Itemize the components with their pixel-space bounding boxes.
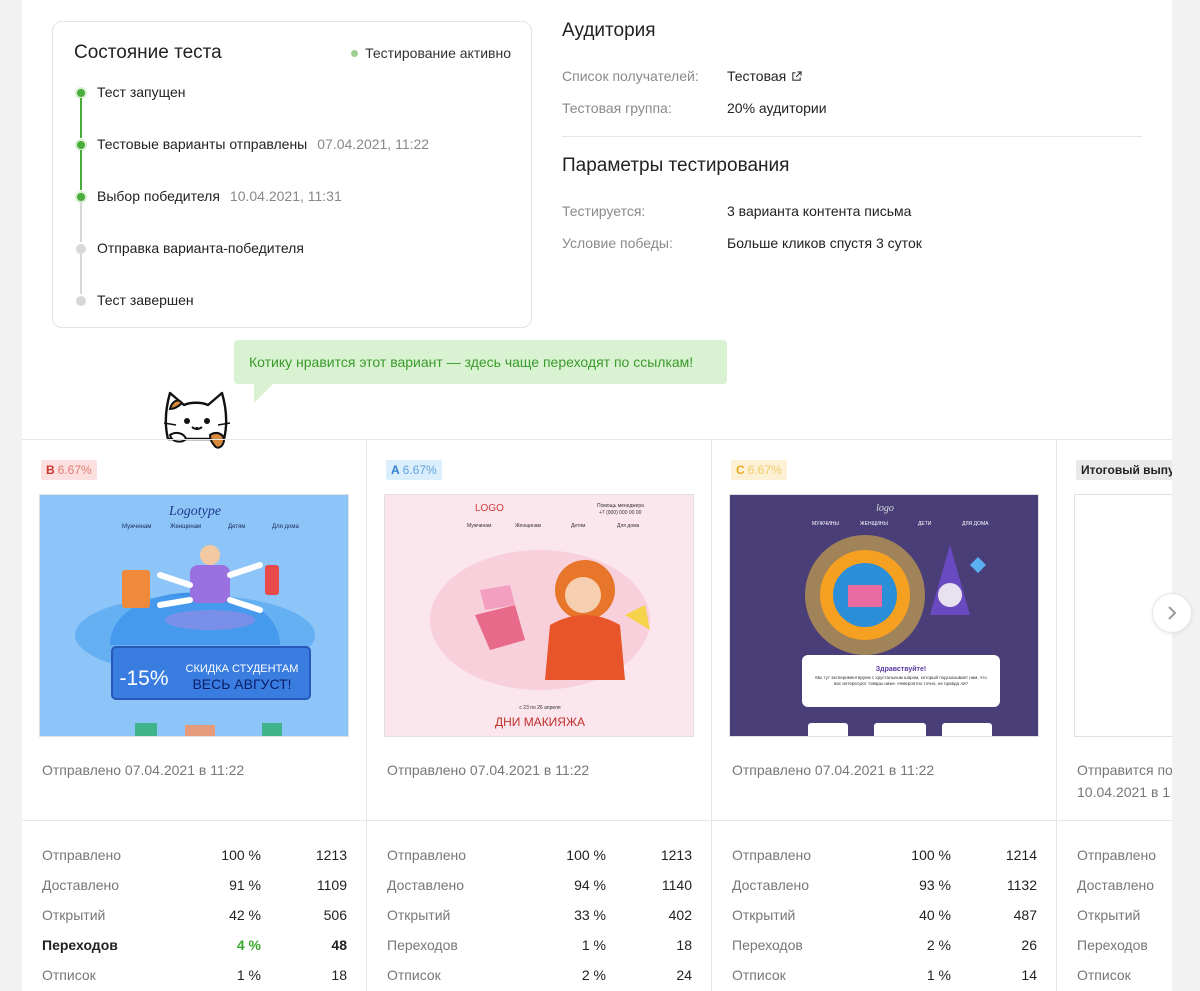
status-step: Тест запущен [73,82,429,138]
variant-sent-date: Отправлено 07.04.2021 в 11:22 [387,762,590,778]
variant-divider [22,820,366,821]
svg-text:МУЖЧИНЫ: МУЖЧИНЫ [812,521,839,527]
chevron-right-icon [1168,606,1177,620]
variant-sent-date: Отправлено 07.04.2021 в 11:22 [732,762,935,778]
svg-text:-15%: -15% [119,667,168,690]
variants-carousel: B 6.67% Logotype Мужчинам Женщинам Детям … [22,439,1172,991]
info-row-tested: Тестируется: 3 варианта контента письма [562,203,912,219]
final-variant-card[interactable]: Итоговый выпу Отправится по 10.04.2021 в… [1057,440,1172,991]
stat-row: Отписок 1 % 18 [42,967,347,983]
stat-row: Переходов 1 % 18 [387,937,692,953]
stat-row: Доставлено [1077,877,1155,893]
variant-badge: A 6.67% [386,460,442,480]
svg-text:Помощь менеджера: Помощь менеджера [597,503,644,509]
cat-tooltip: Котику нравится этот вариант — здесь чащ… [234,340,727,384]
status-steps: Тест запущен Тестовые варианты отправлен… [73,82,429,342]
stat-row: Открытий 40 % 487 [732,907,1037,923]
svg-text:ДЛЯ ДОМА: ДЛЯ ДОМА [962,521,989,527]
svg-text:Для дома: Для дома [272,524,299,530]
final-stats: Отправлено Доставлено Открытий Переходов… [1077,840,1172,990]
status-active-indicator: Тестирование активно [351,45,511,61]
variant-card-c[interactable]: C 6.67% logo МУЖЧИНЫ ЖЕНЩИНЫ ДЕТИ ДЛЯ ДОМ… [712,440,1057,991]
test-info: Аудитория Список получателей: Тестовая Т… [562,20,1142,259]
svg-text:Детям: Детям [228,524,245,530]
external-link-icon [792,70,802,81]
email-preview-a-icon: LOGO Помощь менеджера +7 (000) 000 00 00… [385,495,693,736]
stat-row: Отправлено 100 % 1213 [42,847,347,863]
variant-divider [712,820,1056,821]
svg-text:СКИДКА СТУДЕНТАМ: СКИДКА СТУДЕНТАМ [186,663,299,675]
variant-stats: Отправлено 100 % 1213 Доставлено 91 % 1109 О… [42,840,347,990]
final-sent-date: Отправится по 10.04.2021 в 1 [1077,762,1172,800]
status-step: Тест завершен [73,290,429,342]
email-preview-b-icon: Logotype Мужчинам Женщинам Детям Для дом… [40,495,348,736]
variant-badge: B 6.67% [41,460,97,480]
status-title: Состояние теста [74,42,222,63]
stat-row: Переходов [1077,937,1148,953]
stat-row: Отправлено [1077,847,1157,863]
recipients-link[interactable]: Тестовая [727,68,802,84]
variant-divider [1057,820,1172,821]
stat-row: Доставлено 91 % 1109 [42,877,347,893]
stat-row: Отписок [1077,967,1131,983]
svg-text:ЖЕНЩИНЫ: ЖЕНЩИНЫ [860,521,888,527]
stat-row: Отписок 1 % 14 [732,967,1037,983]
status-step: Тестовые варианты отправлены 07.04.2021,… [73,134,429,190]
stat-row: Доставлено 93 % 1132 [732,877,1037,893]
svg-text:Мужчинам: Мужчинам [122,524,151,530]
stat-row: Открытий 33 % 402 [387,907,692,923]
params-title: Параметры тестирования [562,155,790,176]
variant-card-a[interactable]: A 6.67% LOGO Помощь менеджера +7 (000) 00… [367,440,712,991]
status-active-label: Тестирование активно [365,45,511,61]
email-preview-c-icon: logo МУЖЧИНЫ ЖЕНЩИНЫ ДЕТИ ДЛЯ ДОМА Здрав… [730,495,1038,736]
svg-text:ДЕТИ: ДЕТИ [918,521,932,527]
stat-row: Отправлено 100 % 1214 [732,847,1037,863]
svg-text:Детям: Детям [571,523,586,529]
variant-badge: C 6.67% [731,460,787,480]
variant-preview[interactable]: Logotype Мужчинам Женщинам Детям Для дом… [39,494,349,737]
carousel-next-button[interactable] [1152,593,1192,633]
svg-text:logo: logo [876,503,894,514]
stat-row: Открытий 42 % 506 [42,907,347,923]
stat-row: Отписок 2 % 24 [387,967,692,983]
step-pending-icon [76,296,86,306]
stat-row: Доставлено 94 % 1140 [387,877,692,893]
svg-text:Мужчинам: Мужчинам [467,523,492,529]
svg-text:Logotype: Logotype [168,504,221,519]
info-row-recipients: Список получателей: Тестовая [562,60,1142,92]
variant-stats: Отправлено 100 % 1214 Доставлено 93 % 1132 О… [732,840,1037,990]
variant-divider [367,820,711,821]
variant-stats: Отправлено 100 % 1213 Доставлено 94 % 1140 О… [387,840,692,990]
svg-text:с 23 по 26 апреля: с 23 по 26 апреля [519,705,560,711]
variant-sent-date: Отправлено 07.04.2021 в 11:22 [42,762,245,778]
svg-text:Для дома: Для дома [617,523,640,529]
svg-text:Здравствуйте!: Здравствуйте! [876,665,926,673]
page: Состояние теста Тестирование активно Тес… [22,0,1192,991]
info-row-win-condition: Условие победы: Больше кликов спустя 3 с… [562,235,922,251]
svg-text:LOGO: LOGO [475,503,504,514]
variant-preview[interactable]: logo МУЖЧИНЫ ЖЕНЩИНЫ ДЕТИ ДЛЯ ДОМА Здрав… [729,494,1039,737]
active-dot-icon [351,49,359,57]
info-divider [562,136,1142,137]
svg-text:ДНИ МАКИЯЖА: ДНИ МАКИЯЖА [495,715,585,729]
svg-text:Женщинам: Женщинам [170,524,201,530]
audience-title: Аудитория [562,20,656,41]
stat-row: Отправлено 100 % 1213 [387,847,692,863]
variant-preview[interactable]: LOGO Помощь менеджера +7 (000) 000 00 00… [384,494,694,737]
svg-text:Женщинам: Женщинам [515,523,542,529]
svg-text:ВЕСЬ АВГУСТ!: ВЕСЬ АВГУСТ! [192,676,291,692]
status-step: Выбор победителя 10.04.2021, 11:31 [73,186,429,242]
variant-card-b[interactable]: B 6.67% Logotype Мужчинам Женщинам Детям … [22,440,367,991]
stat-row: Открытий [1077,907,1141,923]
step-pending-icon [76,244,86,254]
info-row-group: Тестовая группа: 20% аудитории [562,100,827,116]
status-step: Отправка варианта-победителя [73,238,429,294]
final-badge: Итоговый выпу [1076,460,1172,480]
stat-row: Переходов 2 % 26 [732,937,1037,953]
test-status-card: Состояние теста Тестирование активно Тес… [52,21,532,328]
svg-text:+7 (000) 000 00 00: +7 (000) 000 00 00 [599,510,642,516]
tooltip-tail [254,383,274,403]
stat-row-winner: Переходов 4 % 48 [42,937,347,953]
